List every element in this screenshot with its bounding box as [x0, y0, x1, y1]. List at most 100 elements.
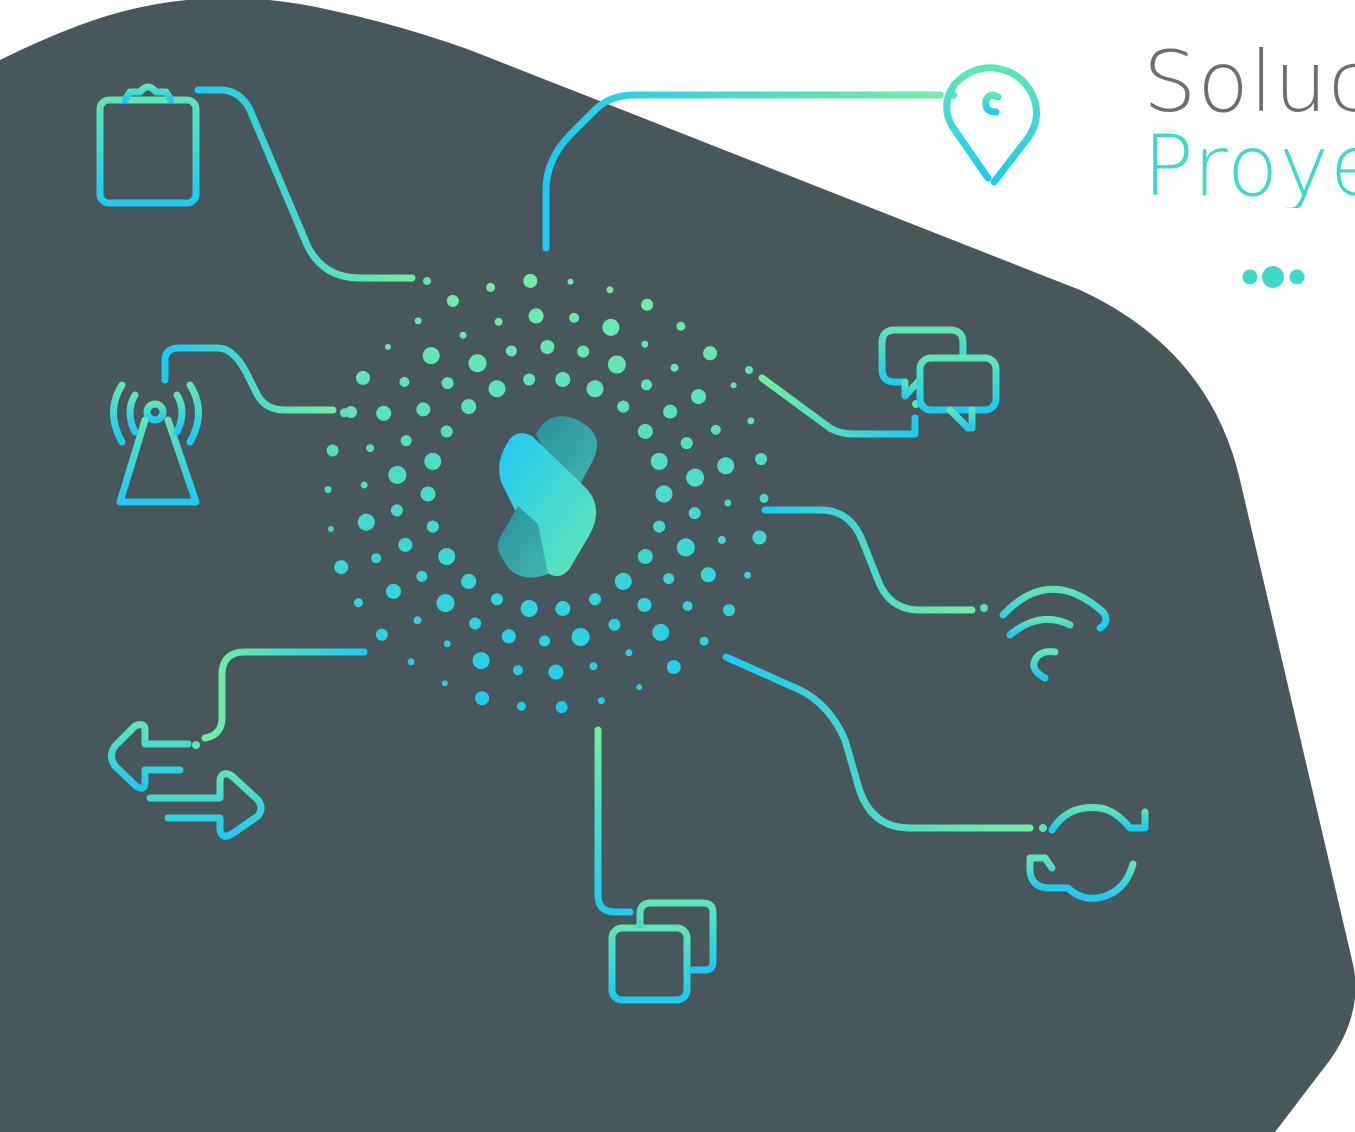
cloud-dot: [441, 680, 448, 687]
cloud-dot: [676, 321, 686, 331]
cloud-dot: [540, 340, 555, 354]
cloud-dot: [752, 530, 767, 545]
cloud-dot: [512, 665, 523, 676]
cloud-dot: [475, 691, 490, 706]
cloud-dot: [703, 346, 718, 361]
cloud-dot: [614, 572, 632, 590]
cloud-dot: [539, 635, 551, 647]
cloud-dot: [440, 425, 453, 438]
cloud-dot: [586, 380, 604, 398]
cloud-dot: [469, 617, 482, 630]
cloud-dot: [759, 493, 769, 503]
cloud-dot: [436, 594, 455, 613]
cloud-dot: [577, 345, 590, 358]
cloud-dot: [461, 399, 477, 415]
cloud-dot: [414, 317, 422, 325]
cloud-dot: [416, 570, 428, 582]
cloud-dot: [567, 278, 574, 285]
page-heading: Soluc Proye: [1143, 40, 1355, 208]
cloud-dot: [443, 640, 451, 648]
cloud-dot: [682, 601, 693, 611]
cloud-dot: [691, 389, 706, 405]
cloud-dot: [700, 567, 716, 583]
cloud-dot: [655, 485, 673, 503]
cloud-dot: [366, 444, 375, 453]
cloud-dot: [548, 664, 564, 680]
cloud-dot: [399, 377, 410, 387]
cloud-dot: [723, 604, 735, 617]
cloud-dot: [637, 424, 653, 439]
cloud-dot: [517, 701, 526, 711]
cloud-dot: [636, 684, 643, 691]
cloud-dot: [459, 331, 467, 339]
cloud-dot: [663, 404, 678, 419]
cloud-dot: [324, 486, 332, 494]
cloud-dot: [390, 504, 403, 517]
cloud-dot: [360, 481, 368, 489]
cloud-dot: [441, 377, 454, 390]
cloud-dot: [755, 453, 768, 465]
heading-line-2: Proye: [1143, 117, 1355, 208]
cloud-dot: [491, 593, 503, 606]
cloud-dot: [420, 486, 436, 502]
cloud-dot: [424, 452, 442, 470]
cloud-dot: [398, 537, 413, 552]
cloud-dot: [608, 618, 621, 631]
cloud-dot: [501, 629, 516, 644]
cloud-dot: [422, 347, 440, 365]
cloud-dot: [416, 402, 431, 417]
cloud-dot: [426, 520, 439, 533]
cloud-dot: [602, 318, 620, 336]
heading-line-1: Soluc: [1143, 40, 1355, 131]
cloud-dot: [641, 298, 654, 311]
cloud-dot: [375, 628, 388, 641]
cloud-dot: [652, 623, 670, 641]
cloud-dot: [488, 380, 506, 398]
cloud-dot: [730, 382, 737, 389]
cloud-dot: [571, 628, 590, 646]
cloud-dot: [666, 660, 681, 675]
cloud-dot: [523, 273, 538, 288]
cloud-dot: [472, 652, 490, 670]
cloud-dot: [376, 405, 392, 421]
cloud-dot: [528, 308, 544, 324]
cloud-dot: [717, 457, 735, 475]
cloud-dot: [589, 593, 601, 606]
cloud-dot: [650, 452, 668, 470]
cloud-dot: [686, 468, 705, 487]
cloud-dot: [688, 507, 701, 520]
cloud-dot: [699, 636, 709, 646]
cloud-dot: [637, 549, 653, 564]
cloud-dot: [327, 526, 334, 532]
cloud-dot: [717, 535, 726, 544]
cloud-dot: [676, 538, 695, 557]
cloud-dot: [555, 601, 571, 616]
cloud-dot: [388, 465, 407, 484]
cloud-dot: [400, 435, 412, 447]
cloud-dot: [670, 363, 679, 372]
cloud-dot: [724, 499, 732, 507]
cloud-dot: [353, 598, 363, 608]
cloud-dot: [555, 372, 571, 387]
cloud-dot: [744, 571, 752, 579]
cloud-dot: [384, 343, 391, 350]
cloud-dot: [569, 312, 580, 323]
cloud-dot: [653, 520, 666, 533]
cloud-dot: [523, 373, 536, 386]
cloud-dot: [589, 662, 598, 671]
cloud-dot: [339, 408, 349, 418]
cloud-dot: [326, 444, 339, 457]
cloud-dot: [413, 616, 422, 625]
cloud-dot: [641, 379, 652, 391]
cloud-dot: [625, 649, 633, 657]
cloud-dot: [637, 597, 652, 612]
cloud-dot: [606, 286, 614, 294]
cloud-dot: [520, 600, 538, 617]
cloud-dot: [505, 345, 517, 357]
cloud-dot: [663, 573, 675, 585]
cloud-dot: [371, 553, 382, 564]
cloud-dot: [710, 424, 721, 435]
cloud-dot: [486, 282, 496, 292]
cloud-dot: [597, 697, 605, 705]
cloud-dot: [356, 370, 370, 385]
